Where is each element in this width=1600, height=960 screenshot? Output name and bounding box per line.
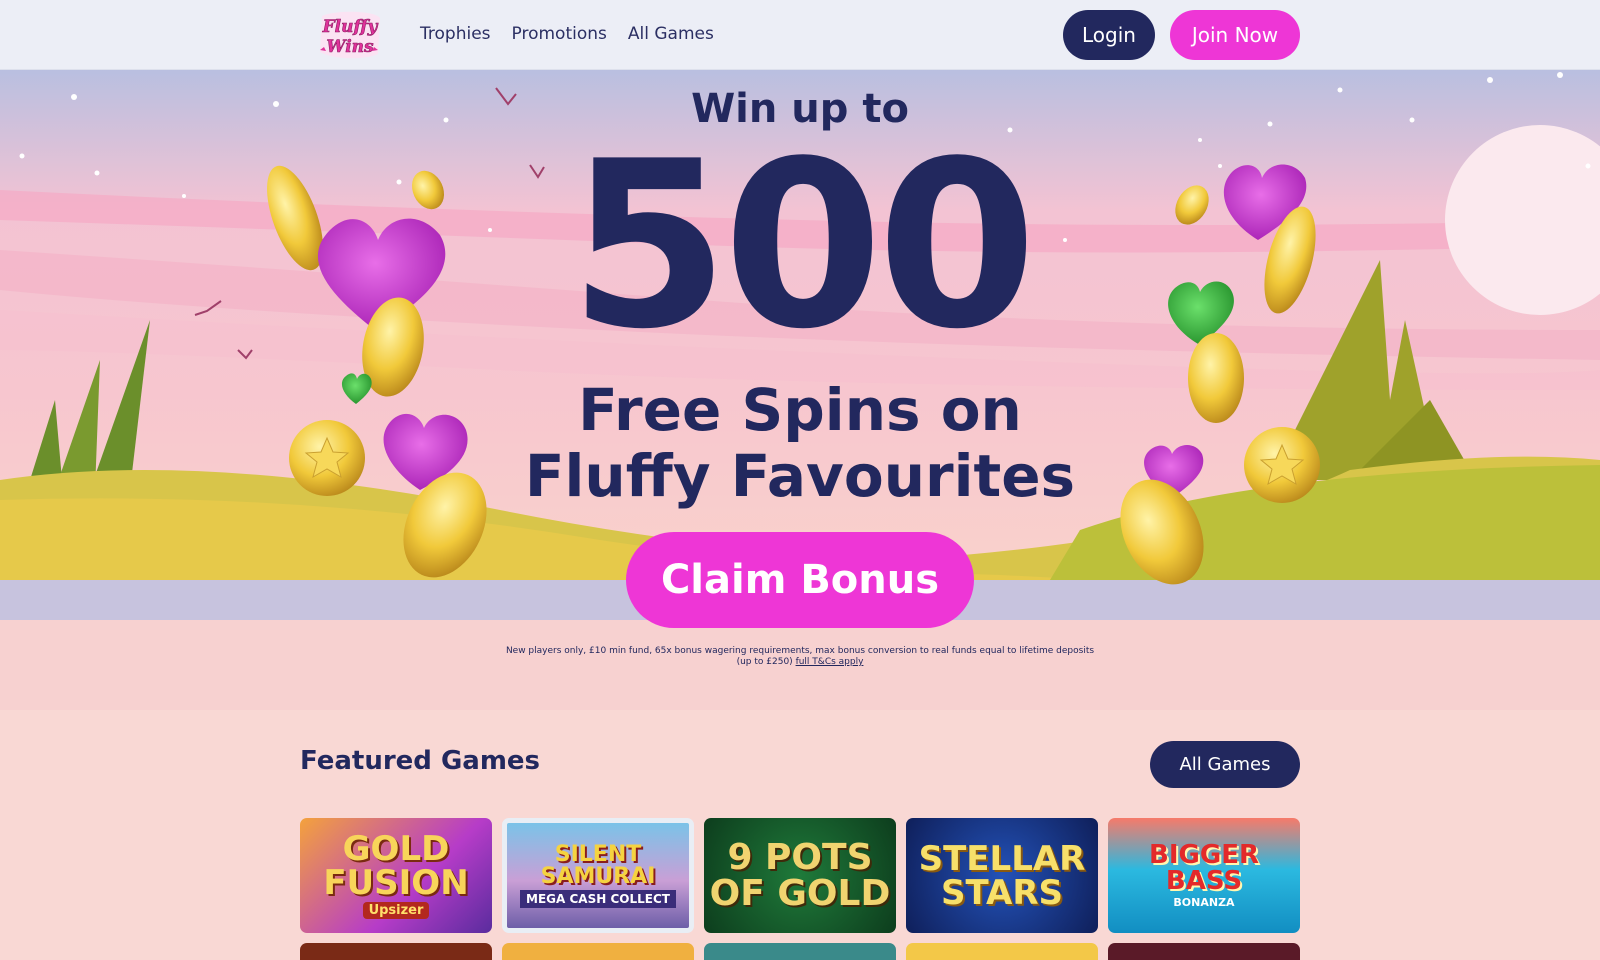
main-nav: Trophies Promotions All Games bbox=[420, 24, 714, 44]
game-tile-bigger-bass-bonanza[interactable]: BIGGER BASS BONANZA bbox=[1108, 818, 1300, 933]
game-tile-9-pots-of-gold[interactable]: 9 POTS OF GOLD bbox=[704, 818, 896, 933]
featured-games-row: GOLD FUSION Upsizer SILENT SAMURAI MEGA … bbox=[300, 818, 1300, 933]
all-games-button[interactable]: All Games bbox=[1150, 741, 1300, 788]
game-tile-partial[interactable] bbox=[1108, 943, 1300, 960]
game-tile-silent-samurai[interactable]: SILENT SAMURAI MEGA CASH COLLECT bbox=[502, 818, 694, 933]
join-now-button[interactable]: Join Now bbox=[1170, 10, 1300, 60]
game-tile-partial[interactable] bbox=[906, 943, 1098, 960]
featured-games-heading: Featured Games bbox=[300, 746, 541, 776]
game-tile-partial[interactable] bbox=[704, 943, 896, 960]
game-title: GOLD FUSION bbox=[323, 829, 469, 903]
game-title: STELLAR STARS bbox=[918, 838, 1086, 913]
nav-trophies[interactable]: Trophies bbox=[420, 24, 491, 44]
hero-banner: Win up to 500 Free Spins on Fluffy Favou… bbox=[0, 70, 1600, 710]
hero-line-free-spins: Free Spins on bbox=[578, 376, 1022, 444]
game-tile-partial[interactable] bbox=[300, 943, 492, 960]
svg-text:Wins: Wins bbox=[326, 37, 374, 57]
game-subtitle: Upsizer bbox=[362, 902, 430, 919]
claim-bonus-button[interactable]: Claim Bonus bbox=[626, 532, 974, 628]
nav-promotions[interactable]: Promotions bbox=[512, 24, 607, 44]
game-title: BIGGER BASS bbox=[1149, 840, 1259, 896]
terms-link[interactable]: full T&Cs apply bbox=[796, 657, 864, 667]
bonus-terms: New players only, £10 min fund, 65x bonu… bbox=[500, 646, 1100, 668]
fluffy-wins-logo[interactable]: Fluffy Wins bbox=[314, 10, 386, 60]
hero-spins-amount: 500 bbox=[568, 113, 1037, 380]
game-subtitle: BONANZA bbox=[1173, 896, 1235, 909]
svg-text:Fluffy: Fluffy bbox=[322, 17, 379, 37]
game-title: SILENT SAMURAI bbox=[540, 841, 656, 889]
game-tile-stellar-stars[interactable]: STELLAR STARS bbox=[906, 818, 1098, 933]
game-subtitle: MEGA CASH COLLECT bbox=[520, 889, 676, 908]
hero-line-fluffy-favourites: Fluffy Favourites bbox=[524, 442, 1076, 510]
login-button[interactable]: Login bbox=[1063, 10, 1155, 60]
game-tile-gold-fusion[interactable]: GOLD FUSION Upsizer bbox=[300, 818, 492, 933]
game-tile-partial[interactable] bbox=[502, 943, 694, 960]
games-row-2-partial bbox=[300, 943, 1300, 960]
nav-all-games[interactable]: All Games bbox=[628, 24, 714, 44]
game-title: 9 POTS OF GOLD bbox=[709, 836, 891, 914]
site-header: Fluffy Wins Trophies Promotions All Game… bbox=[0, 0, 1600, 70]
